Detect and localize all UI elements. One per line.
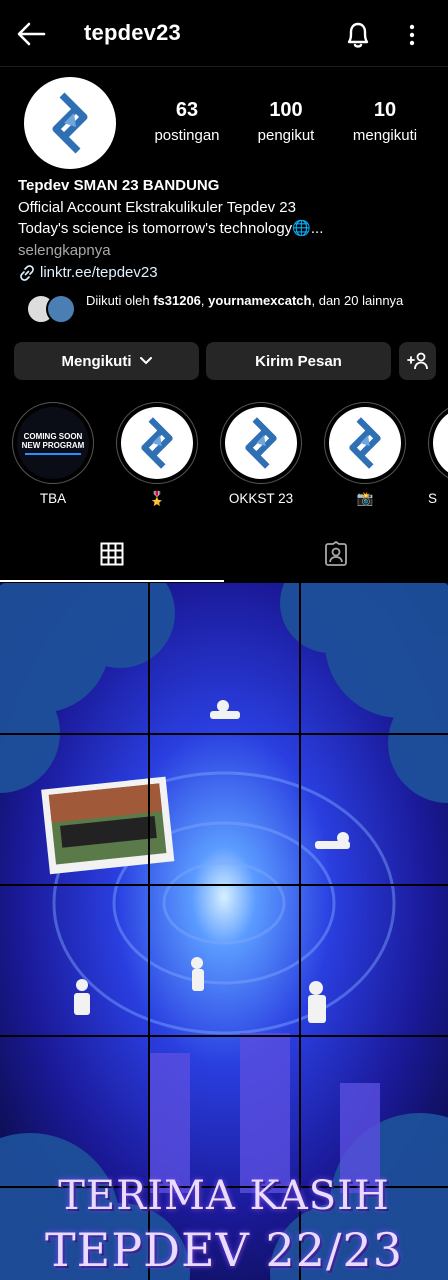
followed-by-prefix: Diikuti oleh <box>86 293 154 308</box>
profile-tabs <box>0 528 448 582</box>
post-overlay-title: TERIMA KASIH <box>58 1173 390 1219</box>
stat-followers-count: 100 <box>269 99 303 121</box>
highlight-item[interactable]: OKKST 23 <box>220 402 302 507</box>
bell-icon[interactable] <box>344 20 372 50</box>
tepdev-logo-icon <box>52 92 88 154</box>
tagged-person-icon <box>325 541 347 566</box>
followed-by-text: Diikuti oleh fs31206, yournamexcatch, da… <box>86 292 426 310</box>
followed-by[interactable]: Diikuti oleh fs31206, yournamexcatch, da… <box>26 292 436 324</box>
highlight-label: 📸 <box>356 491 374 506</box>
bio-link-text: linktr.ee/tepdev23 <box>40 264 158 281</box>
bio-line-2: Today's science is tomorrow's technology… <box>18 220 324 237</box>
more-options-icon[interactable] <box>400 22 424 48</box>
highlight-item[interactable]: S <box>428 402 448 507</box>
highlight-ring <box>324 402 406 484</box>
highlight-thumbnail <box>329 407 401 479</box>
stat-following-count: 10 <box>373 99 397 121</box>
link-icon <box>20 264 34 281</box>
posts-grid: TERIMA KASIH TEPDEV 22/23 <box>0 583 448 1280</box>
highlight-item[interactable]: COMING SOON NEW PROGRAM TBA <box>12 402 94 507</box>
back-arrow-icon[interactable] <box>16 20 46 48</box>
highlight-ring: COMING SOON NEW PROGRAM <box>12 402 94 484</box>
profile-avatar[interactable] <box>24 77 116 169</box>
top-bar: tepdev23 <box>0 0 448 67</box>
highlight-thumbnail <box>225 407 297 479</box>
followed-by-user: fs31206 <box>153 293 201 308</box>
highlight-label: S <box>428 491 438 506</box>
add-person-icon <box>406 352 428 370</box>
suggested-users-button[interactable] <box>399 342 436 380</box>
followed-by-user: yournamexcatch <box>208 293 312 308</box>
profile-bio: Tepdev SMAN 23 BANDUNG Official Account … <box>18 175 438 284</box>
highlight-thumbnail: COMING SOON NEW PROGRAM <box>17 407 89 479</box>
stat-followers[interactable]: 100 pengikut <box>244 98 328 146</box>
chevron-down-icon <box>139 357 152 365</box>
following-button[interactable]: Mengikuti <box>14 342 199 380</box>
bio-line-1: Official Account Ekstrakulikuler Tepdev … <box>18 198 296 216</box>
tab-tagged[interactable] <box>224 528 448 580</box>
highlight-ring <box>428 402 448 484</box>
highlight-label: OKKST 23 <box>228 491 294 506</box>
highlight-label: TBA <box>39 491 67 506</box>
stat-followers-label: pengikut <box>257 127 315 144</box>
highlight-item[interactable]: 🎖️ <box>116 402 198 507</box>
highlight-ring <box>220 402 302 484</box>
highlight-thumbnail <box>433 407 448 479</box>
send-message-label: Kirim Pesan <box>255 352 342 370</box>
stat-posts-label: postingan <box>154 127 220 144</box>
followed-by-suffix: , dan 20 lainnya <box>311 293 404 308</box>
profile-display-name: Tepdev SMAN 23 BANDUNG <box>18 177 220 194</box>
grid-icon <box>100 542 124 566</box>
highlight-thumbnail <box>121 407 193 479</box>
stat-following-label: mengikuti <box>352 127 418 144</box>
highlight-thumb-text: COMING SOON <box>23 431 83 441</box>
tepdev-logo-icon <box>141 417 173 469</box>
bio-more-link[interactable]: selengkapnya <box>18 240 438 262</box>
post-overlay-subtitle: TEPDEV 22/23 <box>44 1223 404 1277</box>
profile-username: tepdev23 <box>84 20 181 45</box>
stat-following[interactable]: 10 mengikuti <box>342 98 428 146</box>
highlight-item[interactable]: 📸 <box>324 402 406 507</box>
stat-posts-count: 63 <box>175 99 199 121</box>
tepdev-logo-icon <box>349 417 381 469</box>
tepdev-logo-icon <box>245 417 277 469</box>
highlight-thumb-text: NEW PROGRAM <box>21 440 85 450</box>
follower-avatar <box>46 294 76 324</box>
bio-external-link[interactable]: linktr.ee/tepdev23 <box>18 262 438 284</box>
tab-posts-grid[interactable] <box>0 528 224 582</box>
stat-posts[interactable]: 63 postingan <box>142 98 232 146</box>
send-message-button[interactable]: Kirim Pesan <box>206 342 391 380</box>
highlight-label: 🎖️ <box>148 491 166 506</box>
following-button-label: Mengikuti <box>61 352 132 370</box>
highlight-ring <box>116 402 198 484</box>
